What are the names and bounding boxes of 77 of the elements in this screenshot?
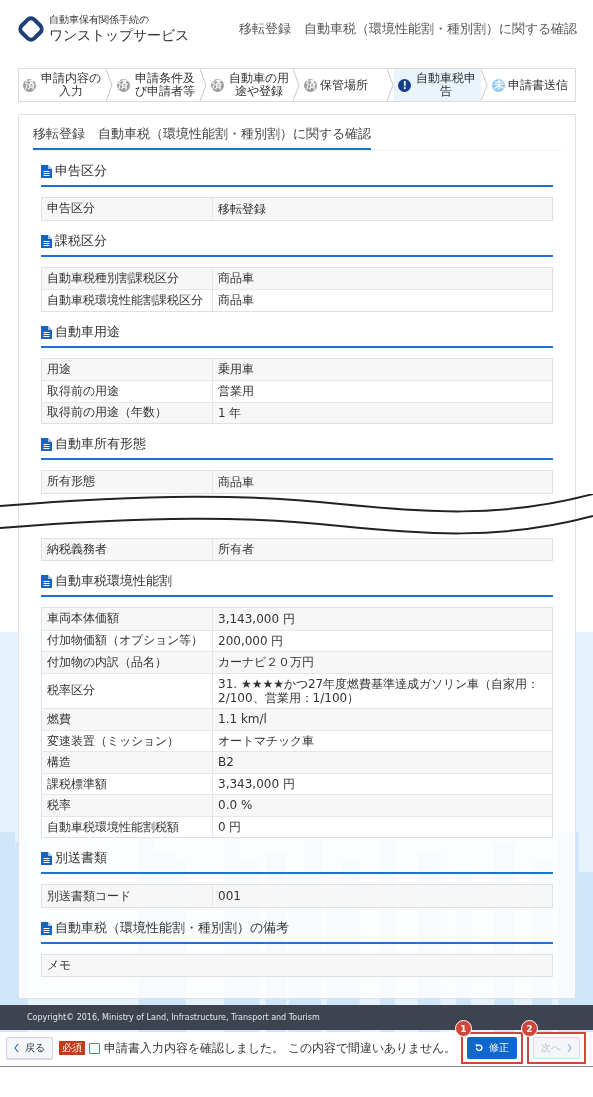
chevron-right-icon (566, 1044, 572, 1052)
table-cell-text: 1.1 km/l (217, 711, 268, 729)
chevron-left-icon (14, 1044, 19, 1052)
confirm-checkbox[interactable] (89, 1042, 100, 1054)
table-cell: 自動車税環境性能割課税区分 (42, 290, 213, 311)
table-cell-text: 001 (217, 887, 242, 905)
table-cell-text: 200,000 円 (217, 632, 285, 650)
table-cell: 取得前の用途 (42, 381, 213, 402)
fix-button[interactable]: 修正 (466, 1037, 517, 1059)
step-status-badge: ! (398, 78, 412, 92)
step-status-badge: 済 (304, 78, 318, 92)
document-icon (41, 165, 52, 178)
document-icon (41, 234, 52, 248)
step-label: 自動車の用途や登録 (227, 72, 290, 98)
table-cell-text: 3,343,000 円 (217, 775, 296, 793)
section-title: 課税区分 (55, 232, 107, 250)
logo-title: ワンストップサービス (49, 27, 189, 45)
required-badge: 必須 (59, 1041, 85, 1055)
chevron-separator-icon (481, 69, 489, 101)
table-cell: 取得前の用途（年数） (42, 402, 213, 423)
table-cell-text: 乗用車 (217, 361, 255, 379)
step-label: 申請書送信 (508, 78, 569, 92)
table-cell-text: オートマチック車 (217, 732, 315, 750)
chevron-separator-icon (199, 69, 207, 101)
refresh-icon (474, 1044, 483, 1052)
section-title: 自動車用途 (55, 323, 120, 341)
page-title: 移転登録 自動車税（環境性能割・種別割）に関する確認 (239, 20, 577, 38)
step-label: 申請条件及び申請者等 (133, 72, 196, 98)
step-label: 保管場所 (320, 78, 369, 92)
card-title: 移転登録 自動車税（環境性能割・種別割）に関する確認 (33, 123, 371, 150)
table-cell: 申告区分 (42, 198, 213, 220)
step-label: 自動車税申告 (415, 72, 478, 98)
step-status-badge: 未 (492, 78, 506, 92)
back-button[interactable]: 戻る (6, 1037, 53, 1059)
step-status-badge: 済 (23, 78, 36, 92)
section-title: 申告区分 (55, 163, 107, 180)
table-cell: 所有形態 (42, 471, 213, 493)
table-cell-text: 商品車 (217, 270, 255, 288)
table-cell: 税率 (42, 795, 213, 816)
section-title: 自動車税（環境性能割・種別割）の備考 (55, 919, 289, 937)
table-cell-text: 営業用 (217, 383, 255, 401)
table-cell-text: B2 (217, 754, 235, 772)
confirm-label: 申請書入力内容を確認しました。 この内容で間違いありません。 (104, 1039, 456, 1057)
document-icon (41, 852, 52, 866)
table-cell-text: 商品車 (217, 473, 255, 491)
document-icon (41, 438, 52, 451)
chevron-separator-icon (293, 69, 301, 101)
table-cell-text: メモ (46, 957, 72, 975)
document-icon (41, 921, 52, 935)
step-status-badge: 済 (116, 78, 130, 92)
table-cell: 別送書類コード (42, 885, 213, 907)
table-cell: 燃費 (42, 709, 213, 730)
table-cell-text: 商品車 (217, 292, 255, 310)
table-cell-text: カーナビ２０万円 (217, 654, 315, 672)
table-cell-text: 1 年 (217, 404, 243, 422)
section-title: 別送書類 (55, 850, 107, 868)
step-label: 申請内容の入力 (40, 72, 102, 98)
logo-icon (18, 16, 44, 42)
section-title: 自動車税環境性能割 (55, 573, 172, 590)
table-cell: 自動車税環境性能割税額 (42, 816, 213, 838)
table-cell: 構造 (42, 752, 213, 773)
table-cell-text: 0.0 % (217, 797, 254, 815)
chevron-separator-icon (105, 69, 113, 101)
logo-subtitle: 自動車保有関係手続の (49, 13, 150, 27)
step-status-badge: 済 (210, 78, 224, 92)
table-cell-text: 31. ★★★★かつ27年度燃費基準達成ガソリン車（自家用：2/100、営業用：1/100） (217, 675, 541, 707)
table-cell-text: 0 円 (217, 818, 243, 836)
document-icon (41, 325, 52, 339)
document-icon (41, 575, 52, 588)
section-title: 自動車所有形態 (55, 436, 146, 453)
table-cell: 付加物の内訳（品名） (42, 652, 213, 673)
table-cell-text: 移転登録 (217, 200, 267, 218)
table-cell: 車両本体価額 (42, 608, 213, 630)
table-cell: 納税義務者 (42, 538, 213, 560)
chevron-separator-icon (387, 69, 395, 101)
table-cell-text: 3,143,000 円 (217, 610, 296, 628)
table-cell-text: 所有者 (217, 541, 255, 559)
